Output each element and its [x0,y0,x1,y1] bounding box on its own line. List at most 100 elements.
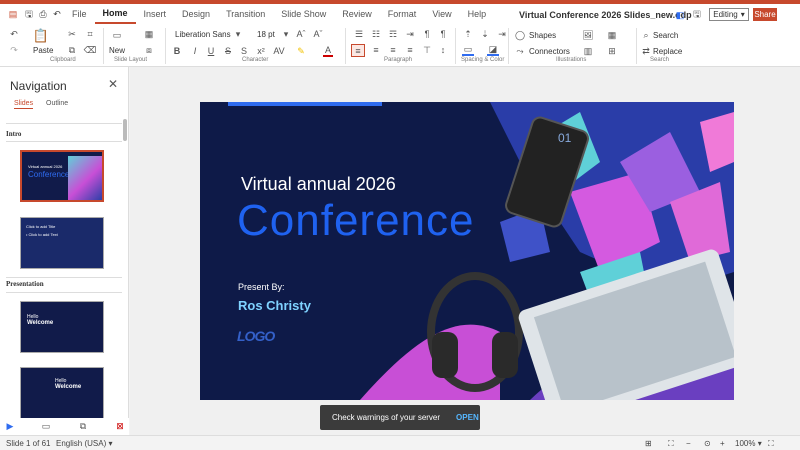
copy-icon[interactable]: ⧉ [66,44,78,56]
tab-slides[interactable]: Slides [14,100,34,109]
zoom-in-icon[interactable]: + [720,439,725,448]
clone-format-icon[interactable]: ⌗ [84,28,96,40]
valign-icon[interactable]: ⊤ [421,44,433,56]
undo-icon[interactable]: ↶ [8,28,20,40]
paste-icon[interactable]: 📋 [33,28,49,44]
slideshow-icon[interactable]: ▶ [4,420,16,432]
slide-thumbnail-1[interactable]: Virtual annual 2026 Conference [20,150,104,202]
clear-format-icon[interactable]: ⌫ [84,44,97,56]
slide-subtitle[interactable]: Virtual annual 2026 [241,174,396,195]
image-icon[interactable]: 🖼 [582,29,594,41]
line-spacing-icon[interactable]: ↕ [437,44,449,56]
chevron-down-icon[interactable]: ▾ [282,29,290,39]
new-slide-icon[interactable]: ▭ [110,28,124,42]
grow-font-icon[interactable]: Aˆ [296,28,306,40]
language-selector[interactable]: English (USA) ▾ [56,439,113,448]
menu-transition[interactable]: Transition [218,4,273,25]
editing-mode-dropdown[interactable]: Editing ▾ [709,8,749,21]
increase-indent-icon[interactable]: ⇥ [496,28,508,40]
slide-logo-placeholder[interactable]: LOGO [237,328,275,344]
grid-icon[interactable]: ⊞ [645,439,652,448]
menu-design[interactable]: Design [174,4,218,25]
line-color-icon[interactable]: ▭ [462,44,474,56]
underline-icon[interactable]: U [206,45,216,57]
document-title[interactable]: Virtual Conference 2026 Slides_new.odp [519,10,692,20]
menu-help[interactable]: Help [460,4,495,25]
zoom-out-icon[interactable]: − [686,439,691,448]
menu-home[interactable]: Home [94,5,136,24]
tab-outline[interactable]: Outline [46,100,68,107]
slide-presenter-name[interactable]: Ros Christy [238,298,311,313]
menu-insert[interactable]: Insert [136,4,175,25]
replace-button[interactable]: Replace [653,47,682,56]
redo-icon[interactable]: ↷ [8,44,20,56]
duplicate-slide-icon[interactable]: ⧉ [77,420,89,432]
shadow-icon[interactable]: S [239,45,249,57]
slide-present-by[interactable]: Present By: [238,282,285,292]
connectors-button[interactable]: Connectors [529,47,570,56]
justify-icon[interactable]: ≡ [404,44,416,56]
align-right-icon[interactable]: ≡ [387,44,399,56]
textbox-icon[interactable]: ⊞ [606,45,618,57]
save-doc-icon[interactable]: 🖫 [691,9,703,21]
nav-scrollbar[interactable] [123,119,127,141]
menu-file[interactable]: File [64,4,95,25]
strikethrough-icon[interactable]: S [223,45,233,57]
ltr-icon[interactable]: ¶ [421,28,433,40]
zoom-reset-icon[interactable]: ⊙ [704,439,711,448]
sidebar-toggle-icon[interactable]: ◧ [674,9,686,21]
replace-icon[interactable]: ⇄ [640,45,652,57]
search-button[interactable]: Search [653,31,678,40]
font-name-dropdown[interactable]: Liberation Sans [175,30,231,39]
shrink-font-icon[interactable]: Aˇ [313,28,323,40]
toast-open-button[interactable]: OPEN [456,413,479,422]
highlight-icon[interactable]: ✎ [296,45,306,57]
numbering-icon[interactable]: ☷ [370,28,382,40]
bold-icon[interactable]: B [172,45,182,57]
rtl-icon[interactable]: ¶ [437,28,449,40]
delete-slide-icon[interactable]: ⊠ [114,420,126,432]
menu-format[interactable]: Format [380,4,425,25]
outline-list-icon[interactable]: ☶ [387,28,399,40]
chart-icon[interactable]: ▥ [582,45,594,57]
shapes-button[interactable]: Shapes [529,31,556,40]
font-size-dropdown[interactable]: 18 pt [257,30,275,39]
paste-button[interactable]: Paste [33,46,53,55]
fill-color-icon[interactable]: ◪ [487,44,499,56]
print-icon[interactable]: ⎙ [36,8,50,22]
zoom-level[interactable]: 100% ▾ [735,439,762,448]
subscript-icon[interactable]: AV [273,45,284,57]
menu-slide-show[interactable]: Slide Show [273,4,334,25]
spacing-below-icon[interactable]: ⇣ [479,28,491,40]
close-icon[interactable]: ✕ [108,77,118,91]
italic-icon[interactable]: I [190,45,200,57]
main-slide[interactable]: 01 Virtual annual 2026 Conference Presen… [200,102,734,400]
spacing-above-icon[interactable]: ⇡ [462,28,474,40]
shapes-icon[interactable]: ◯ [514,29,526,41]
fit-icon[interactable]: ⛶ [668,439,674,449]
new-slide-icon[interactable]: ▭ [40,420,52,432]
slide-thumbnail-3[interactable]: Hello Welcome [20,301,104,353]
search-icon[interactable]: ⌕ [640,29,652,41]
align-center-icon[interactable]: ≡ [370,44,382,56]
slide-thumbnail-2[interactable]: Click to add Title • Click to add Text [20,217,104,269]
indent-icon[interactable]: ⇥ [404,28,416,40]
font-color-icon[interactable]: A [323,45,333,57]
fullscreen-icon[interactable]: ⛶ [768,439,774,449]
undo-quick-icon[interactable]: ↶ [50,8,64,22]
slide-layout-icon[interactable]: ▦ [142,28,156,40]
slide-thumbnail-4[interactable]: Hello Welcome [20,367,104,422]
align-left-icon[interactable]: ≡ [351,44,365,57]
menu-review[interactable]: Review [334,4,380,25]
table-icon[interactable]: ▦ [606,29,618,41]
save-icon[interactable]: 🖫 [22,8,36,22]
new-slide-button[interactable]: New [109,46,125,55]
share-button[interactable]: Share [753,8,777,21]
chevron-down-icon[interactable]: ▾ [234,29,242,39]
cut-icon[interactable]: ✂ [66,28,78,40]
slide-title[interactable]: Conference [237,196,474,246]
connectors-icon[interactable]: ⤳ [514,45,526,57]
duplicate-slide-icon[interactable]: ⧈ [142,44,156,56]
menu-view[interactable]: View [424,4,459,25]
bullets-icon[interactable]: ☰ [353,28,365,40]
